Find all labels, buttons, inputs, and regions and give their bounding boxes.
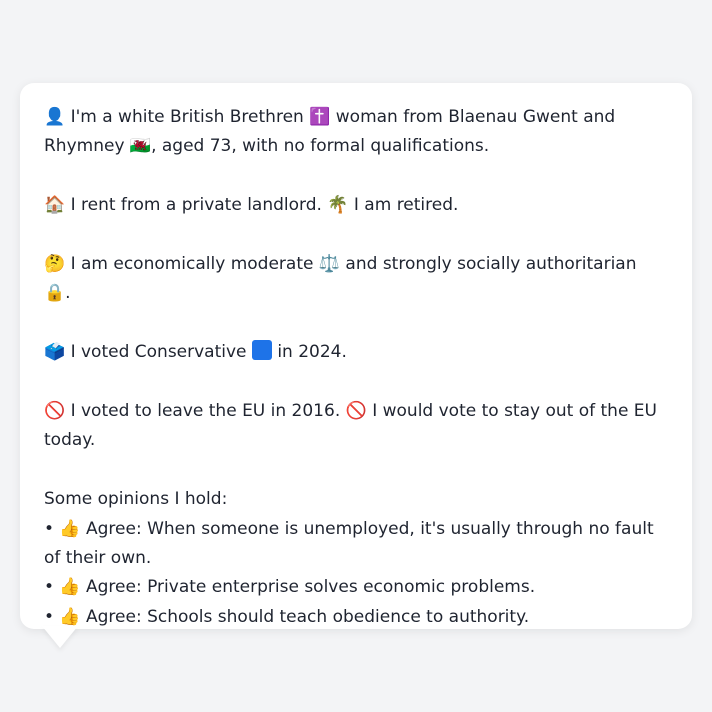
identity-text: 👤 I'm a white British Brethren ✝️ woman … bbox=[44, 107, 616, 157]
conservative-square-icon bbox=[251, 340, 272, 361]
opinion-item: • 👍 Agree: Private enterprise solves eco… bbox=[44, 577, 536, 598]
ideology-text: 🤔 I am economically moderate ⚖️ and stro… bbox=[44, 254, 637, 304]
opinion-item: • 👍 Agree: Schools should teach obedienc… bbox=[44, 606, 530, 627]
opinion-item: • 👍 Agree: When someone is unemployed, i… bbox=[44, 518, 654, 569]
vote-text-end: in 2024. bbox=[277, 342, 347, 363]
eu-text: 🚫 I voted to leave the EU in 2016. 🚫 I w… bbox=[44, 401, 657, 451]
opinions-heading: Some opinions I hold: bbox=[44, 489, 228, 510]
housing-text: 🏠 I rent from a private landlord. 🌴 I am… bbox=[44, 195, 459, 216]
vote-text-start: 🗳️ I voted Conservative bbox=[44, 342, 247, 363]
opinions-list: • 👍 Agree: When someone is unemployed, i… bbox=[44, 515, 668, 633]
vote-text: 🗳️ I voted Conservative in 2024. bbox=[44, 338, 668, 367]
bubble-tail bbox=[42, 626, 78, 648]
message-bubble: 👤 I'm a white British Brethren ✝️ woman … bbox=[20, 83, 692, 629]
